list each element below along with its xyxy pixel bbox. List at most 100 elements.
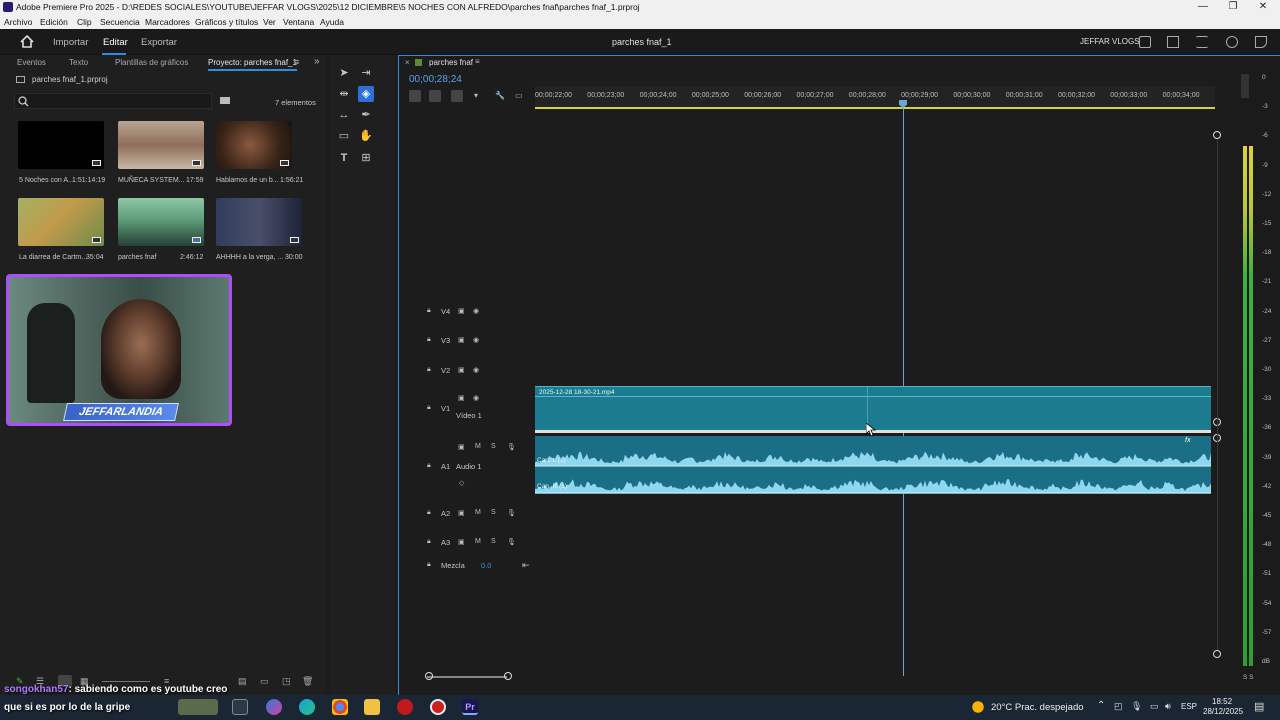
snap-icon[interactable]	[429, 90, 441, 102]
mute-button[interactable]: M	[475, 509, 481, 516]
hand-tool[interactable]: ✋	[358, 128, 374, 144]
nav-editar[interactable]: Editar	[103, 37, 128, 48]
fullscreen-icon[interactable]	[1255, 36, 1267, 48]
new-bin-icon[interactable]	[220, 97, 230, 104]
file-explorer-icon[interactable]	[364, 699, 380, 715]
menu-ayuda[interactable]: Ayuda	[320, 17, 344, 27]
wrench-icon[interactable]: 🔧	[495, 91, 505, 100]
mute-button[interactable]: M	[475, 538, 481, 545]
hscroll-bar[interactable]	[427, 676, 507, 678]
track-select-tool[interactable]: ⇥	[358, 65, 374, 81]
automate-icon[interactable]: ▤	[238, 676, 247, 687]
menu-icon[interactable]	[1196, 36, 1208, 48]
timecode-display[interactable]: 00;00;28;24	[409, 74, 462, 85]
menu-marcadores[interactable]: Marcadores	[145, 17, 190, 27]
new-bin-icon[interactable]: ▭	[260, 676, 269, 687]
sequence-tab[interactable]: parches fnaf	[429, 58, 473, 67]
hscroll-right-handle[interactable]	[504, 672, 512, 680]
solo-meter-buttons[interactable]: S S	[1243, 674, 1253, 681]
lock-icon[interactable]: 🔒︎	[427, 366, 431, 374]
lock-icon[interactable]: 🔒︎	[427, 336, 431, 344]
eye-icon[interactable]: ◉	[473, 336, 479, 344]
minimize-button[interactable]: —	[1188, 0, 1218, 14]
sync-lock-icon[interactable]: ▣	[458, 538, 465, 546]
clip-opacity-line[interactable]	[535, 396, 1211, 397]
clock-time[interactable]: 18:52	[1212, 697, 1232, 706]
rectangle-tool[interactable]: ▭	[336, 128, 352, 144]
clock-date[interactable]: 28/12/2025	[1203, 707, 1243, 716]
pan-icon[interactable]: ⇤	[522, 560, 530, 571]
close-button[interactable]: ✕	[1248, 0, 1278, 14]
edge-icon[interactable]	[299, 699, 315, 715]
menu-ventana[interactable]: Ventana	[283, 17, 314, 27]
tray-chevron-icon[interactable]: ⌃	[1097, 700, 1105, 711]
obs-icon[interactable]	[430, 699, 446, 715]
slip-tool[interactable]: ↔	[336, 107, 352, 123]
sync-lock-icon[interactable]: ▣	[458, 366, 465, 374]
nav-importar[interactable]: Importar	[53, 37, 88, 48]
pen-tool[interactable]: ✒	[358, 107, 374, 123]
opera-icon[interactable]	[397, 699, 413, 715]
caption-tool[interactable]: ⊞	[358, 150, 374, 166]
solo-button[interactable]: S	[491, 538, 496, 545]
add-marker-icon[interactable]: ▾	[474, 91, 478, 100]
sync-lock-icon[interactable]: ▣	[458, 336, 465, 344]
tab-eventos[interactable]: Eventos	[17, 58, 46, 67]
selection-tool[interactable]: ➤	[336, 65, 352, 81]
weather-text[interactable]: 20°C Prac. despejado	[991, 702, 1084, 713]
nest-icon[interactable]	[409, 90, 421, 102]
tab-proyecto[interactable]: Proyecto: parches fnaf_1	[208, 58, 297, 71]
mic-icon[interactable]: 🎙︎	[507, 443, 516, 451]
workspace-icon[interactable]	[1139, 36, 1151, 48]
new-item-icon[interactable]: ◳	[282, 676, 291, 687]
keyframe-icon[interactable]: ◇	[459, 479, 464, 487]
copilot-icon[interactable]	[266, 699, 282, 715]
vscroll-bottom-handle[interactable]	[1213, 650, 1221, 658]
menu-edicion[interactable]: Edición	[40, 17, 68, 27]
media-thumbnail[interactable]	[18, 198, 104, 246]
vscroll-top-handle[interactable]	[1213, 131, 1221, 139]
mix-value[interactable]: 0.0	[481, 561, 491, 570]
share-icon[interactable]	[1167, 36, 1179, 48]
weather-icon[interactable]	[970, 699, 986, 715]
sync-lock-icon[interactable]: ▣	[458, 443, 465, 451]
premiere-taskbar-icon[interactable]: Pr	[462, 699, 478, 715]
language-indicator[interactable]: ESP	[1181, 702, 1197, 711]
audio-clip[interactable]: Can. L (1) Can. R (1) fx	[535, 436, 1211, 494]
search-input[interactable]	[14, 93, 212, 109]
eye-icon[interactable]: ◉	[473, 307, 479, 315]
volume-icon[interactable]: 🔊︎	[1165, 701, 1171, 712]
eye-icon[interactable]: ◉	[473, 394, 479, 402]
menu-graficos[interactable]: Gráficos y títulos	[195, 17, 258, 27]
eye-icon[interactable]: ◉	[473, 366, 479, 374]
network-icon[interactable]: ▭	[1150, 701, 1159, 712]
expand-panels-icon[interactable]: »	[314, 56, 320, 67]
work-area-bar[interactable]	[535, 107, 1215, 109]
sync-lock-icon[interactable]: ▣	[458, 307, 465, 315]
menu-ver[interactable]: Ver	[263, 17, 276, 27]
lock-icon[interactable]: 🔒︎	[427, 307, 431, 315]
sync-lock-icon[interactable]: ▣	[458, 394, 465, 402]
type-tool[interactable]: T	[336, 150, 352, 166]
vscroll-track[interactable]	[1217, 139, 1218, 650]
hscroll-left-handle[interactable]	[425, 672, 433, 680]
sequence-menu-icon[interactable]: ≡	[475, 57, 480, 66]
search-icon[interactable]	[1226, 36, 1238, 48]
lock-icon[interactable]: 🔒︎	[427, 509, 431, 517]
chrome-icon[interactable]	[332, 699, 348, 715]
track-name[interactable]: Audio 1	[456, 462, 481, 471]
media-thumbnail[interactable]	[118, 121, 204, 169]
media-thumbnail[interactable]	[216, 198, 302, 246]
razor-tool[interactable]: ◈	[358, 86, 374, 102]
lock-icon[interactable]: 🔒︎	[427, 538, 431, 546]
zoom-slider[interactable]	[102, 681, 150, 682]
media-thumbnail[interactable]	[118, 198, 204, 246]
media-thumbnail[interactable]	[18, 121, 104, 169]
solo-button[interactable]: S	[491, 509, 496, 516]
user-name[interactable]: JEFFAR VLOGS	[1080, 37, 1140, 46]
lock-icon[interactable]: 🔒︎	[427, 404, 431, 412]
close-tab-icon[interactable]: ×	[405, 58, 410, 67]
panel-menu-icon[interactable]: ≡	[294, 57, 299, 67]
tab-plantillas[interactable]: Plantillas de gráficos	[115, 58, 188, 67]
media-thumbnail[interactable]	[216, 121, 292, 169]
